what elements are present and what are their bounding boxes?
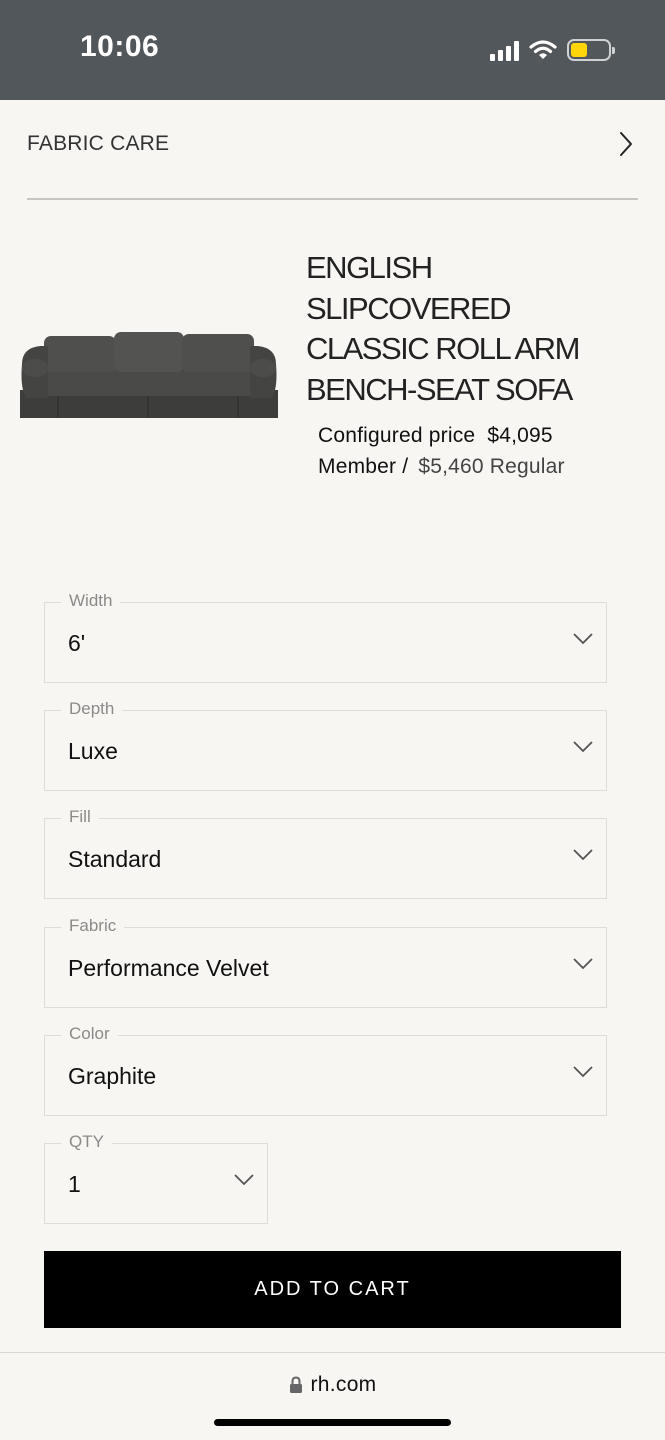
status-bar: 10:06 — [0, 0, 665, 100]
width-select[interactable]: Width 6' — [44, 591, 607, 683]
status-icons — [490, 34, 615, 66]
regular-price: $5,460 Regular — [418, 455, 565, 478]
chevron-down-icon — [573, 741, 593, 753]
depth-select-label: Depth — [61, 699, 123, 719]
fill-select-label: Fill — [61, 807, 99, 827]
wifi-icon — [529, 40, 557, 59]
chevron-right-icon — [620, 132, 632, 156]
url-text: rh.com — [310, 1373, 377, 1396]
width-select-value: 6' — [68, 630, 86, 656]
product-image — [20, 332, 278, 418]
signal-icon — [490, 39, 519, 61]
fabric-select-label: Fabric — [61, 916, 125, 936]
battery-icon — [567, 39, 615, 61]
product-title-line: ENGLISH — [306, 250, 433, 285]
configured-price-line: Configured price $4,095 — [318, 424, 553, 448]
depth-select-value: Luxe — [68, 738, 118, 764]
lock-icon — [289, 1376, 302, 1393]
member-price-label: Member / — [318, 455, 409, 478]
home-indicator — [214, 1419, 451, 1426]
fabric-select[interactable]: Fabric Performance Velvet — [44, 916, 607, 1008]
qty-select-value: 1 — [68, 1171, 81, 1197]
qty-select-label: QTY — [61, 1132, 112, 1152]
chevron-down-icon — [573, 633, 593, 645]
chevron-down-icon — [573, 849, 593, 861]
width-select-label: Width — [61, 591, 121, 611]
product-title-line: BENCH-SEAT SOFA — [306, 371, 573, 407]
chevron-down-icon — [573, 1066, 593, 1078]
product-title-line: SLIPCOVERED — [306, 290, 512, 326]
product-title-line: CLASSIC ROLL ARM — [306, 331, 580, 366]
chevron-down-icon — [573, 958, 593, 970]
qty-select[interactable]: QTY 1 — [44, 1132, 268, 1224]
chevron-down-icon — [234, 1174, 254, 1186]
browser-url-bar[interactable]: rh.com — [0, 1352, 665, 1440]
depth-select[interactable]: Depth Luxe — [44, 699, 607, 791]
configured-price-value: $4,095 — [487, 424, 553, 447]
fabric-care-row[interactable]: FABRIC CARE — [27, 118, 638, 200]
configured-price-label: Configured price — [318, 424, 476, 447]
fill-select[interactable]: Fill Standard — [44, 807, 607, 899]
add-to-cart-button[interactable]: ADD TO CART — [44, 1251, 621, 1328]
member-price-line: Member / $5,460 Regular — [318, 455, 565, 479]
color-select-label: Color — [61, 1024, 118, 1044]
color-select[interactable]: Color Graphite — [44, 1024, 607, 1116]
fabric-care-label: FABRIC CARE — [27, 132, 170, 155]
fill-select-value: Standard — [68, 846, 162, 872]
color-select-value: Graphite — [68, 1063, 157, 1089]
fabric-select-value: Performance Velvet — [68, 955, 269, 981]
status-time: 10:06 — [80, 30, 160, 63]
product-title: ENGLISH SLIPCOVERED CLASSIC ROLL ARM BEN… — [306, 248, 636, 410]
battery-level — [571, 43, 588, 57]
url-content: rh.com — [0, 1373, 665, 1397]
